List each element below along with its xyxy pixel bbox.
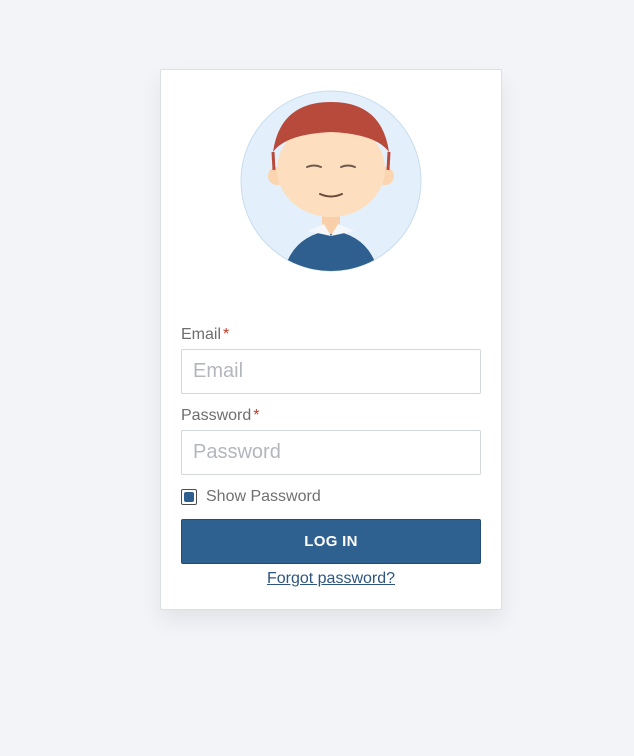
- login-card: Email* Password* Show Password LOG IN Fo…: [160, 69, 502, 610]
- password-field[interactable]: [181, 430, 481, 475]
- show-password-toggle[interactable]: Show Password: [181, 488, 321, 506]
- login-button[interactable]: LOG IN: [181, 519, 481, 564]
- email-label-text: Email: [181, 326, 222, 343]
- password-required-mark: *: [253, 407, 260, 424]
- email-label: Email *: [181, 326, 229, 344]
- show-password-checkbox[interactable]: [181, 489, 197, 505]
- user-avatar-icon: [240, 90, 422, 272]
- password-label: Password *: [181, 407, 259, 425]
- email-field[interactable]: [181, 349, 481, 394]
- email-required-mark: *: [223, 326, 230, 343]
- show-password-label: Show Password: [206, 488, 321, 505]
- forgot-password-link[interactable]: Forgot password?: [267, 570, 395, 587]
- forgot-password-link-wrap: Forgot password?: [161, 570, 501, 588]
- password-label-text: Password: [181, 407, 252, 424]
